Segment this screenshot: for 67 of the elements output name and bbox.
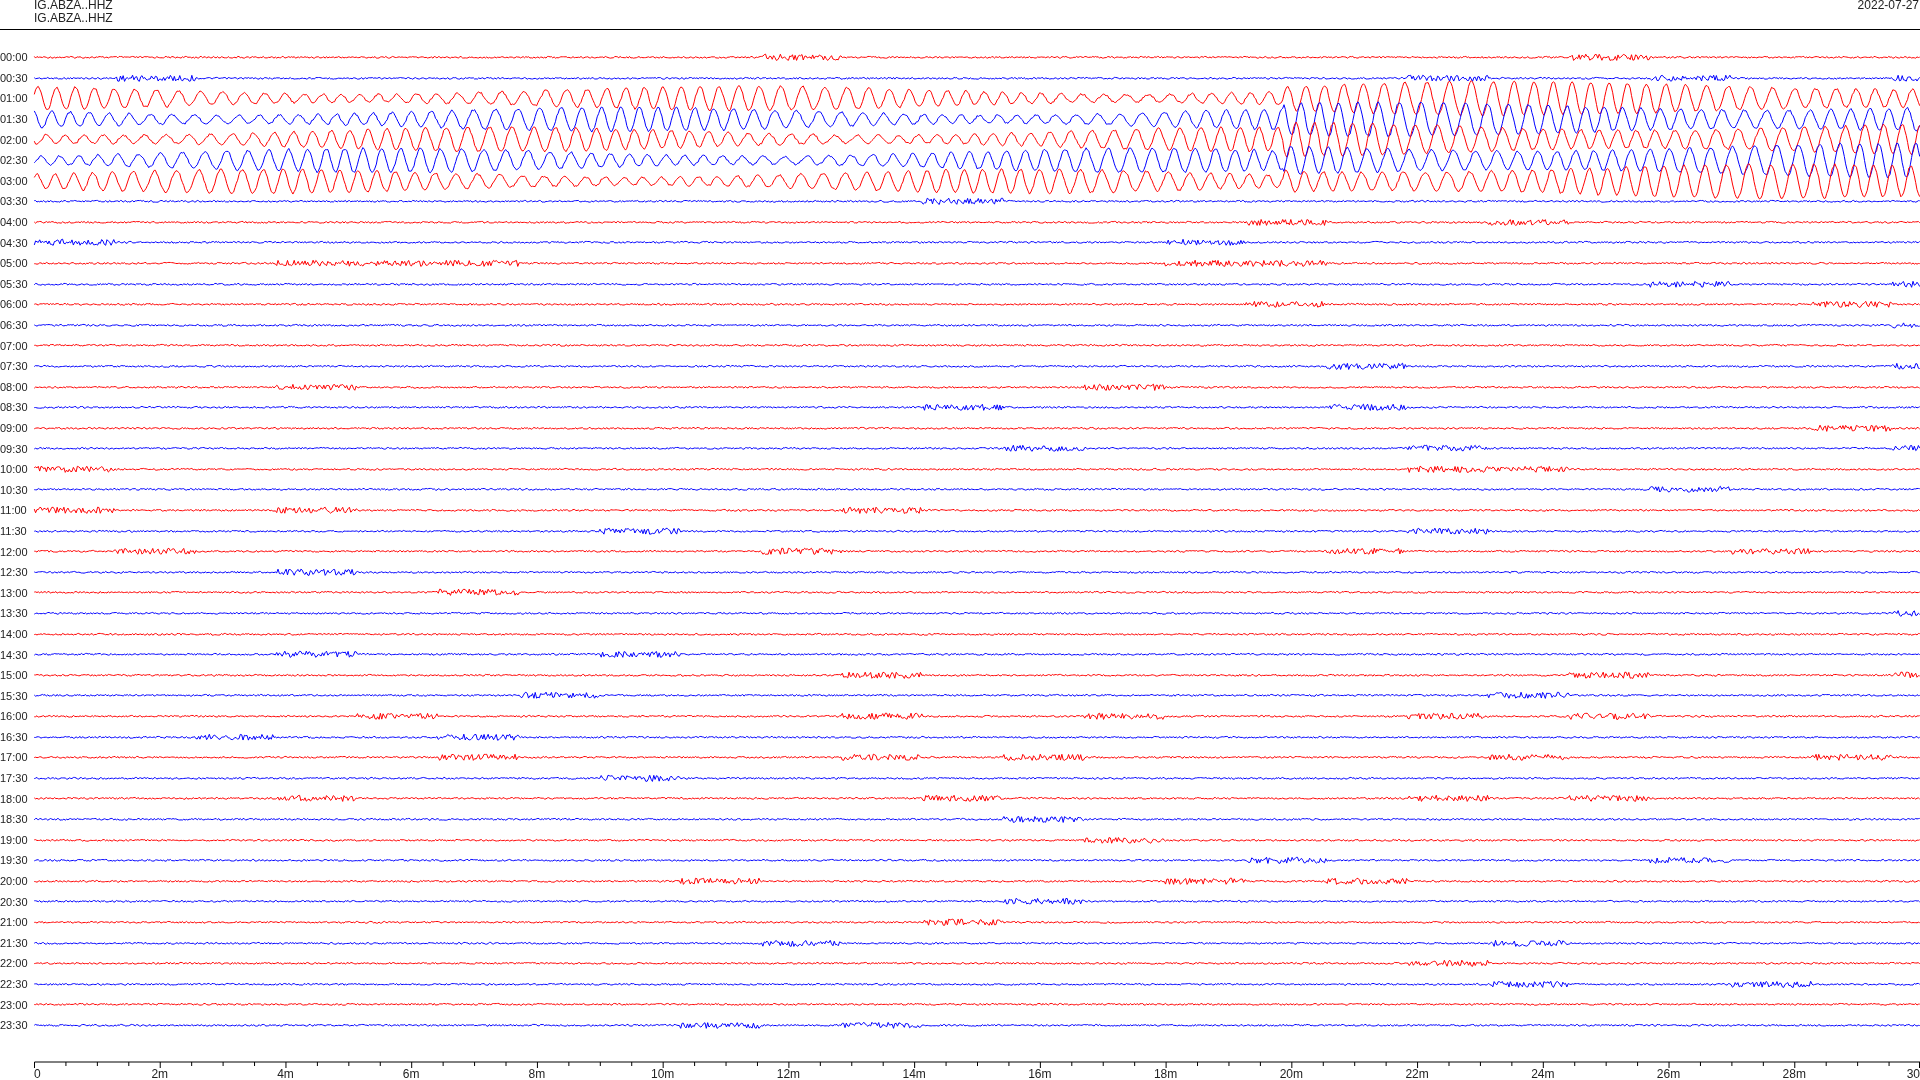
time-label: 11:30: [0, 524, 28, 537]
time-label: 01:00: [0, 92, 29, 105]
time-label: 05:00: [0, 257, 29, 270]
time-label: 21:30: [0, 936, 29, 949]
time-label: 05:30: [0, 277, 29, 290]
tick-label: 10m: [651, 1066, 675, 1079]
station-label: IG.ABZA..HHZ: [34, 12, 113, 25]
time-label: 10:30: [0, 483, 29, 496]
tick-label: 6m: [402, 1066, 420, 1079]
time-label: 06:30: [0, 319, 29, 331]
time-label: 08:30: [0, 401, 29, 414]
time-label: 12:00: [0, 545, 29, 558]
tick-label: 24m: [1531, 1066, 1555, 1079]
time-label: 00:30: [0, 71, 29, 84]
time-label: 17:30: [0, 772, 29, 785]
tick-label: 0: [34, 1066, 41, 1079]
time-label: 06:00: [0, 298, 29, 311]
time-label: 02:00: [0, 133, 29, 146]
time-label: 15:30: [0, 689, 29, 702]
time-label: 08:00: [0, 380, 29, 393]
time-label: 02:30: [0, 154, 29, 167]
time-label: 12:30: [0, 566, 29, 579]
time-label: 16:00: [0, 710, 29, 723]
time-label: 10:00: [0, 463, 29, 476]
time-label: 00:00: [0, 51, 29, 64]
tick-label: 20m: [1279, 1066, 1303, 1079]
time-label: 01:30: [0, 113, 29, 126]
time-label: 20:30: [0, 895, 29, 908]
time-label: 04:30: [0, 236, 29, 249]
time-label: 09:30: [0, 442, 29, 455]
time-label: 19:30: [0, 854, 29, 867]
tick-label: 8m: [528, 1066, 546, 1079]
time-label: 23:00: [0, 998, 29, 1011]
time-label: 14:00: [0, 627, 29, 640]
tick-label: 14m: [902, 1066, 926, 1079]
time-label: 20:00: [0, 875, 29, 888]
time-label: 04:00: [0, 216, 29, 229]
time-label: 18:00: [0, 792, 29, 805]
time-label: 22:00: [0, 957, 29, 970]
tick-label: 30: [1906, 1066, 1920, 1079]
tick-label: 4m: [277, 1066, 294, 1079]
time-label: 03:30: [0, 195, 29, 208]
time-label: 07:30: [0, 360, 29, 373]
time-label: 21:00: [0, 916, 29, 929]
time-label: 13:30: [0, 607, 29, 620]
tick-label: 2m: [151, 1066, 169, 1079]
tick-label: 28m: [1782, 1066, 1806, 1079]
date-label: 2022-07-27: [1857, 0, 1920, 14]
time-label: 03:00: [0, 174, 29, 187]
time-label: 14:30: [0, 648, 29, 661]
tick-label: 12m: [776, 1066, 801, 1079]
tick-label: 26m: [1656, 1066, 1681, 1079]
time-label: 16:30: [0, 730, 29, 743]
tick-label: 22m: [1405, 1066, 1429, 1079]
time-label: 11:00: [0, 504, 28, 517]
time-label: 13:00: [0, 586, 29, 599]
station-label: IG.ABZA..HHZ: [34, 0, 113, 12]
time-label: 09:00: [0, 422, 29, 434]
time-label: 15:00: [0, 669, 29, 682]
time-label: 07:00: [0, 339, 29, 352]
time-label: 17:00: [0, 751, 29, 764]
time-label: 19:00: [0, 833, 29, 846]
time-label: 18:30: [0, 813, 29, 826]
tick-label: 16m: [1028, 1066, 1052, 1079]
tick-label: 18m: [1153, 1066, 1178, 1079]
time-label: 22:30: [0, 978, 29, 990]
time-label: 23:30: [0, 1019, 29, 1032]
